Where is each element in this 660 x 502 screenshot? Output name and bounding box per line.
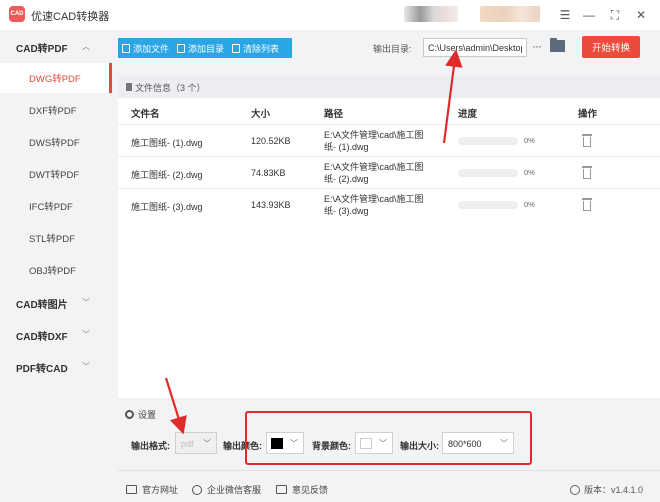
output-dir-label: 输出目录: — [373, 44, 412, 54]
table-row[interactable]: 施工图纸- (3).dwg 143.93KB E:\A文件管理\cad\施工图纸… — [118, 188, 660, 220]
file-icon — [122, 43, 130, 53]
chevron-up-icon: ︿ — [82, 42, 90, 51]
table-row[interactable]: 施工图纸- (1).dwg 120.52KB E:\A文件管理\cad\施工图纸… — [118, 124, 660, 156]
file-toolbar: 添加文件 添加目录 清除列表 — [118, 38, 292, 58]
column-header-progress: 进度 — [458, 109, 478, 120]
sidebar-item-dxf-to-pdf[interactable]: DXF转PDF — [0, 95, 112, 125]
minimize-icon[interactable]: — — [580, 6, 598, 24]
sidebar-item-dws-to-pdf[interactable]: DWS转PDF — [0, 127, 112, 157]
file-path: E:\A文件管理\cad\施工图 纸- (1).dwg — [324, 130, 424, 152]
file-name: 施工图纸- (2).dwg — [131, 170, 203, 180]
file-name: 施工图纸- (1).dwg — [131, 138, 203, 148]
feedback-icon — [276, 485, 287, 494]
main-panel: 添加文件 添加目录 清除列表 输出目录: ··· 开始转换 文件信息（3 个） … — [118, 30, 660, 502]
clear-list-button[interactable]: 清除列表 — [228, 38, 283, 58]
progress-bar — [458, 137, 518, 145]
file-size: 143.93KB — [251, 200, 291, 210]
gear-icon — [125, 410, 134, 419]
close-icon[interactable]: ✕ — [632, 6, 650, 24]
menu-icon[interactable]: ☰ — [556, 6, 574, 24]
blurred-username — [480, 6, 540, 22]
title-bar: CAD 优速CAD转换器 ☰ — ⛶ ✕ — [0, 0, 660, 30]
add-folder-button[interactable]: 添加目录 — [173, 38, 228, 58]
sidebar-group-label: CAD转DXF — [16, 331, 68, 343]
file-size: 120.52KB — [251, 136, 291, 146]
progress-percent: 0% — [524, 168, 535, 177]
start-convert-button[interactable]: 开始转换 — [582, 36, 640, 58]
progress-bar — [458, 169, 518, 177]
blurred-avatar — [404, 6, 458, 22]
chevron-down-icon: ﹀ — [82, 362, 90, 371]
sidebar-item-obj-to-pdf[interactable]: OBJ转PDF — [0, 255, 112, 285]
footer-bar: 官方网址 企业微信客服 意见反馈 版本：v1.4.1.0 — [118, 470, 660, 502]
delete-icon[interactable] — [582, 166, 592, 179]
file-path: E:\A文件管理\cad\施工图 纸- (2).dwg — [324, 162, 424, 184]
sidebar-group-label: CAD转图片 — [16, 299, 68, 311]
sidebar-group-label: CAD转PDF — [16, 43, 68, 55]
more-options-icon[interactable]: ··· — [532, 39, 542, 53]
sidebar-group-cad-to-image[interactable]: CAD转图片 ﹀ — [0, 288, 112, 318]
delete-icon[interactable] — [582, 134, 592, 147]
sidebar-item-dwg-to-pdf[interactable]: DWG转PDF — [0, 63, 112, 93]
add-file-button[interactable]: 添加文件 — [118, 38, 173, 58]
progress-percent: 0% — [524, 200, 535, 209]
sidebar-item-stl-to-pdf[interactable]: STL转PDF — [0, 223, 112, 253]
sidebar-group-cad-to-pdf[interactable]: CAD转PDF ︿ — [0, 32, 112, 62]
table-row[interactable]: 施工图纸- (2).dwg 74.83KB E:\A文件管理\cad\施工图 纸-… — [118, 156, 660, 188]
monitor-icon — [126, 485, 137, 494]
column-header-action: 操作 — [578, 109, 598, 120]
sidebar-group-pdf-to-cad[interactable]: PDF转CAD ﹀ — [0, 352, 112, 382]
column-header-name: 文件名 — [131, 109, 160, 120]
column-header-path: 路径 — [324, 109, 344, 120]
sidebar-group-cad-to-dxf[interactable]: CAD转DXF ﹀ — [0, 320, 112, 350]
file-name: 施工图纸- (3).dwg — [131, 202, 203, 212]
wechat-support-link[interactable]: 企业微信客服 — [192, 483, 261, 496]
sidebar-item-ifc-to-pdf[interactable]: IFC转PDF — [0, 191, 112, 221]
output-format-label: 输出格式: — [131, 441, 170, 451]
output-format-select[interactable]: pdf ﹀ — [175, 432, 217, 454]
maximize-icon[interactable]: ⛶ — [606, 6, 624, 24]
progress-bar — [458, 201, 518, 209]
app-title: 优速CAD转换器 — [31, 11, 110, 23]
column-header-size: 大小 — [251, 109, 271, 120]
app-logo-icon: CAD — [9, 6, 25, 22]
file-list-header: 文件信息（3 个） — [118, 76, 660, 98]
chevron-down-icon: ﹀ — [203, 439, 211, 448]
chevron-down-icon: ﹀ — [82, 298, 90, 307]
headset-icon — [192, 484, 202, 495]
refresh-icon — [570, 484, 580, 495]
document-icon — [126, 83, 132, 91]
progress-percent: 0% — [524, 136, 535, 145]
folder-icon — [177, 43, 186, 53]
trash-icon — [232, 43, 241, 53]
file-size: 74.83KB — [251, 168, 286, 178]
sidebar-item-dwt-to-pdf[interactable]: DWT转PDF — [0, 159, 112, 189]
chevron-down-icon: ﹀ — [82, 330, 90, 339]
sidebar-group-label: PDF转CAD — [16, 363, 68, 375]
settings-header: 设置 — [125, 408, 156, 421]
file-path: E:\A文件管理\cad\施工图 纸- (3).dwg — [324, 194, 424, 216]
version-info[interactable]: 版本：v1.4.1.0 — [570, 483, 643, 496]
delete-icon[interactable] — [582, 198, 592, 211]
sidebar: CAD转PDF ︿ DWG转PDF DXF转PDF DWS转PDF DWT转PD… — [0, 30, 112, 502]
annotation-highlight-box — [245, 411, 532, 465]
feedback-link[interactable]: 意见反馈 — [276, 483, 328, 496]
website-link[interactable]: 官方网址 — [126, 483, 178, 496]
output-dir-input[interactable] — [423, 38, 527, 57]
open-folder-icon[interactable] — [550, 38, 565, 52]
file-list-panel: 文件信息（3 个） 文件名 大小 路径 进度 操作 施工图纸- (1).dwg … — [118, 76, 660, 398]
